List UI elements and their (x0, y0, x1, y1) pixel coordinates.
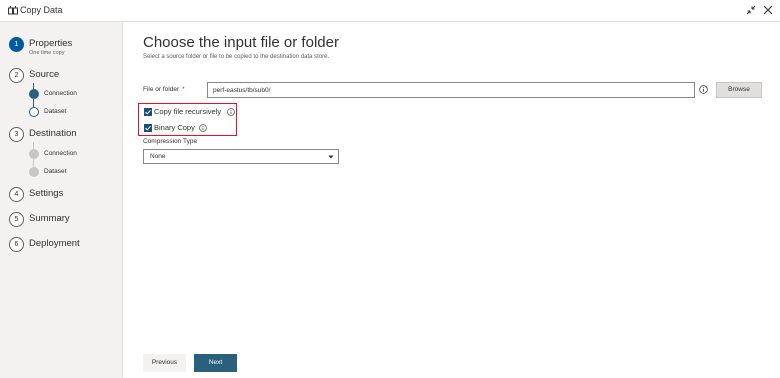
step-label: Properties (29, 38, 73, 49)
step-label: Destination (29, 128, 77, 139)
info-icon[interactable] (199, 124, 207, 132)
checkbox-checked[interactable] (144, 124, 152, 132)
checkmark-icon (145, 125, 151, 131)
previous-button[interactable]: Previous (143, 354, 186, 372)
substep-source-connection[interactable]: Connection (44, 90, 77, 97)
chevron-down-icon (328, 155, 334, 159)
wizard-sidebar: 1 Properties One time copy 2 Source Conn… (0, 22, 123, 378)
step-number: 4 (9, 187, 24, 202)
step-number: 6 (9, 237, 24, 252)
window-title: Copy Data (20, 5, 63, 15)
copy-recursively-checkbox[interactable]: Copy file recursively (144, 107, 236, 118)
binary-copy-checkbox[interactable]: Binary Copy (144, 123, 214, 134)
close-icon[interactable] (761, 3, 775, 17)
next-button[interactable]: Next (194, 354, 237, 372)
page-subtitle: Select a source folder or file to be cop… (143, 54, 330, 60)
file-or-folder-label-text: File or folder (143, 86, 180, 93)
substep-source-dataset[interactable]: Dataset (44, 108, 66, 115)
substep-current-dot (29, 89, 39, 99)
binary-copy-label: Binary Copy (154, 123, 195, 132)
step-number: 1 (9, 37, 24, 52)
compression-type-label: Compression Type (143, 138, 198, 145)
substep-destination-connection: Connection (44, 150, 77, 157)
compression-type-value: None (150, 153, 166, 160)
substep-disabled-dot (29, 167, 39, 177)
compression-type-select[interactable]: None (143, 149, 339, 164)
checkmark-icon (145, 109, 151, 115)
step-label: Deployment (29, 238, 80, 249)
browse-button[interactable]: Browse (716, 82, 762, 98)
copy-data-icon (8, 6, 18, 15)
file-or-folder-label: File or folder * (143, 86, 185, 93)
checkbox-checked[interactable] (144, 108, 152, 116)
substep-disabled-dot (29, 149, 39, 159)
substep-pending-dot (29, 107, 39, 117)
step-sublabel: One time copy (29, 50, 65, 56)
file-or-folder-input[interactable] (207, 82, 695, 98)
title-bar: Copy Data (0, 0, 780, 22)
step-number: 3 (9, 127, 24, 142)
step-label: Source (29, 69, 60, 80)
collapse-icon[interactable] (744, 3, 758, 17)
connector-line (33, 99, 34, 107)
info-icon[interactable] (699, 85, 708, 94)
step-number: 5 (9, 212, 24, 227)
copy-recursively-label: Copy file recursively (154, 107, 222, 116)
step-label: Summary (29, 213, 70, 224)
step-number: 2 (9, 68, 24, 83)
step-label: Settings (29, 188, 64, 199)
connector-line (33, 159, 34, 167)
required-mark: * (182, 86, 185, 93)
page-title: Choose the input file or folder (143, 34, 339, 51)
substep-destination-dataset: Dataset (44, 168, 67, 175)
info-icon[interactable] (227, 108, 235, 116)
